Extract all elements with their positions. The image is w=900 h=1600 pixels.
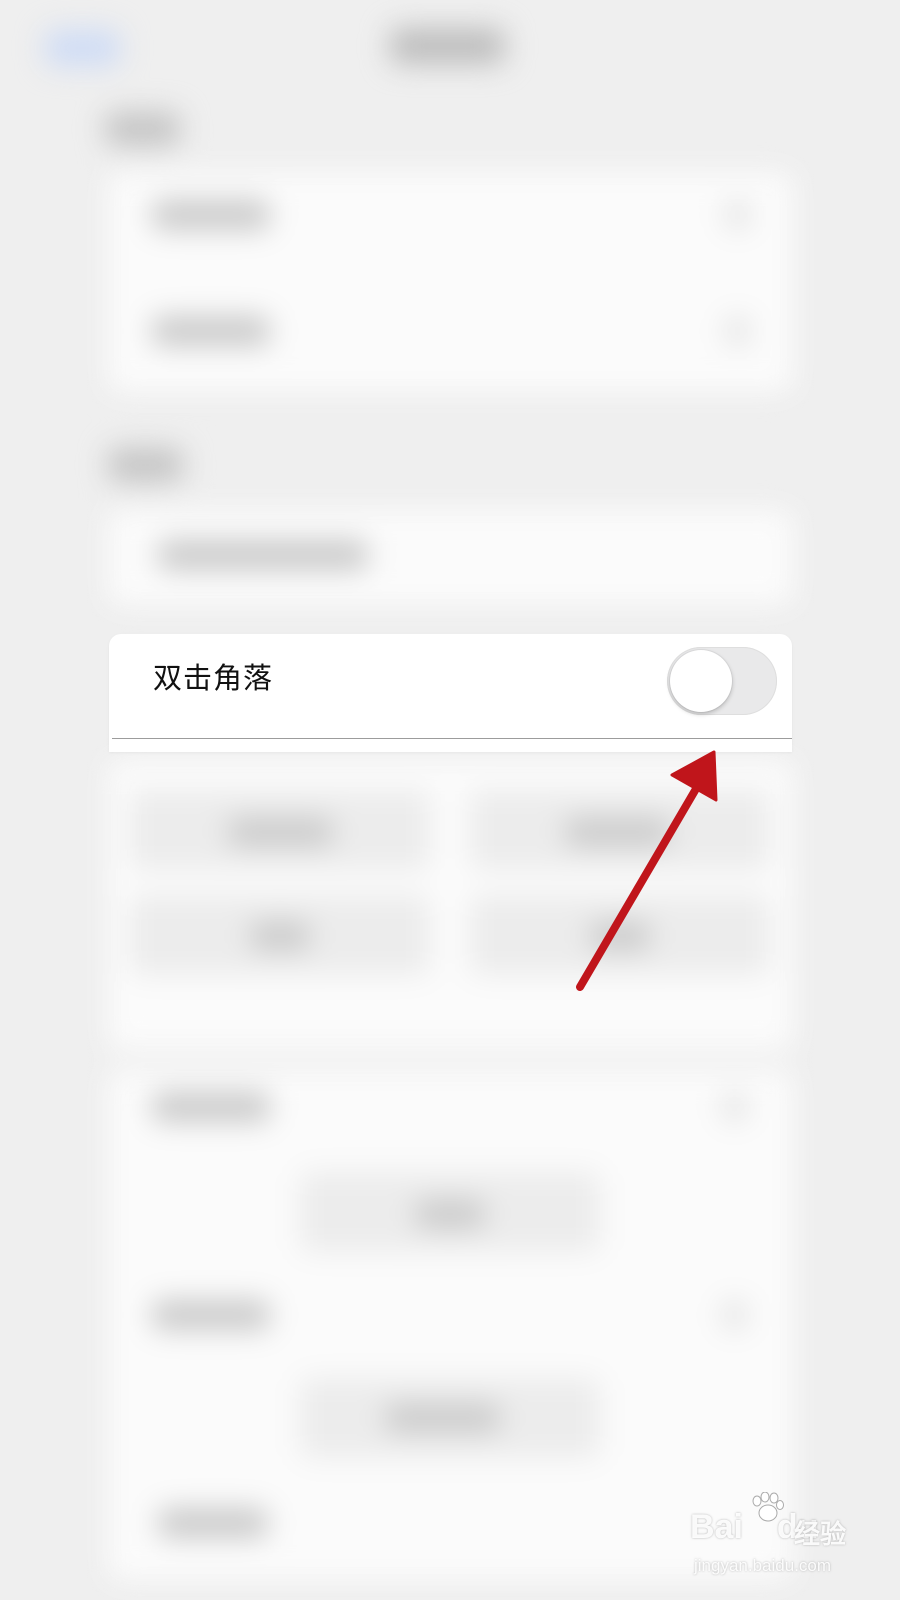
double-tap-corner-toggle[interactable] xyxy=(667,647,777,715)
row-divider xyxy=(112,738,792,739)
option-tile-label-blurred xyxy=(385,1404,500,1432)
option-tile-label-blurred xyxy=(228,818,333,846)
double-tap-corner-setting-row: 双击角落 xyxy=(109,634,792,752)
option-tile-label-blurred xyxy=(565,818,670,846)
toggle-knob xyxy=(670,650,732,712)
setting-row-label-blurred[interactable] xyxy=(158,540,368,570)
nav-title-blurred xyxy=(390,28,505,64)
setting-row-label-blurred[interactable] xyxy=(152,1300,270,1330)
baidu-jingyan-watermark: Bai du 经验 jingyan.baidu.com xyxy=(690,1492,890,1588)
blurred-settings-background xyxy=(0,0,900,1600)
section-header-blurred xyxy=(105,112,180,146)
watermark-product: 经验 xyxy=(794,1520,847,1550)
setting-row-label-blurred[interactable] xyxy=(158,1508,268,1538)
option-tile-label-blurred xyxy=(250,922,310,950)
option-tile-label-blurred xyxy=(415,1200,485,1228)
setting-row-label-blurred[interactable] xyxy=(152,1092,270,1122)
setting-label: 双击角落 xyxy=(153,661,274,695)
chevron-right-icon xyxy=(725,200,750,230)
section-header-blurred xyxy=(108,448,183,482)
chevron-right-icon xyxy=(725,316,750,346)
watermark-url: jingyan.baidu.com xyxy=(694,1556,832,1575)
chevron-right-icon xyxy=(722,1092,747,1122)
back-button-blurred[interactable] xyxy=(45,30,120,66)
setting-row-label-blurred[interactable] xyxy=(152,200,270,230)
setting-row-label-blurred[interactable] xyxy=(152,316,270,346)
chevron-right-icon xyxy=(722,1300,747,1330)
option-tile-label-blurred xyxy=(590,922,650,950)
